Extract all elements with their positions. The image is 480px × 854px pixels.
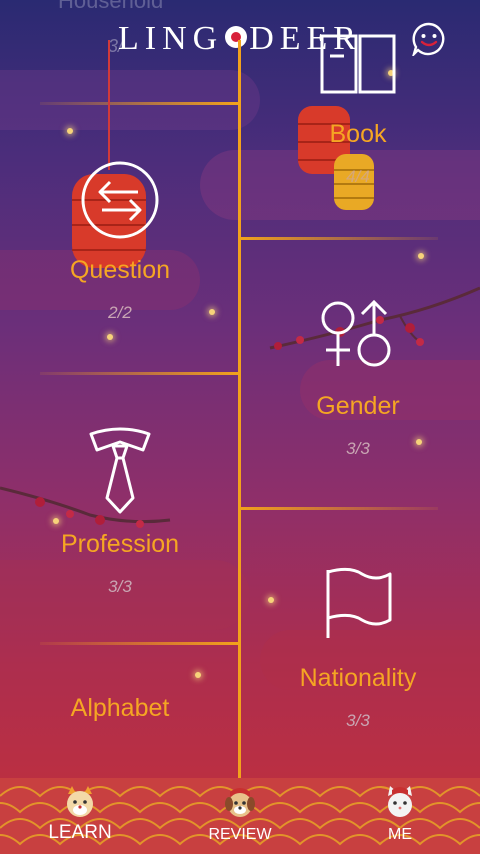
tab-review-label: REVIEW — [208, 826, 272, 843]
app-screen: Household LING DEER 3/ Book 4/4 Question… — [0, 0, 480, 854]
gender-icon — [321, 299, 391, 367]
lesson-title: Question — [69, 256, 171, 284]
lesson-progress: 4/4 — [346, 167, 370, 186]
lesson-title: Alphabet — [70, 694, 170, 722]
necktie-icon — [89, 427, 151, 514]
lesson-title: Book — [329, 120, 387, 148]
lesson-question[interactable]: Question 2/2 — [0, 160, 240, 323]
tab-review[interactable]: REVIEW — [160, 778, 320, 854]
tab-me[interactable]: ME — [320, 778, 480, 854]
lesson-progress: 3/3 — [346, 439, 370, 458]
lesson-title: Gender — [316, 392, 400, 420]
lesson-title: Profession — [60, 530, 180, 558]
lesson-title: Nationality — [299, 664, 417, 692]
bottom-tab-bar: LEARN REVIEW ME — [0, 778, 480, 854]
lesson-progress: 2/2 — [108, 303, 132, 322]
swap-arrows-icon — [81, 161, 159, 239]
lesson-progress: 3/3 — [108, 577, 132, 596]
timeline-branch — [240, 507, 438, 510]
timeline-branch — [40, 372, 238, 375]
star-sparkle — [67, 128, 73, 134]
lesson-alphabet[interactable]: Alphabet — [0, 694, 240, 723]
lesson-progress: 3/3 — [346, 711, 370, 730]
cat-mascot-icon — [388, 786, 412, 817]
tab-learn-label: LEARN — [48, 822, 112, 843]
lesson-profession[interactable]: Profession 3/3 — [0, 424, 240, 597]
star-sparkle — [107, 334, 113, 340]
star-sparkle — [418, 253, 424, 259]
tab-learn[interactable]: LEARN — [0, 778, 160, 854]
deer-mascot-icon — [67, 786, 93, 817]
book-icon — [320, 34, 396, 94]
lesson-gender[interactable]: Gender 3/3 — [238, 298, 478, 459]
timeline-branch — [40, 642, 238, 645]
lesson-nationality[interactable]: Nationality 3/3 — [238, 566, 478, 731]
flag-icon — [326, 567, 392, 638]
lesson-book[interactable]: Book 4/4 — [238, 28, 478, 187]
star-sparkle — [195, 672, 201, 678]
timeline-branch — [240, 237, 438, 240]
dog-mascot-icon — [225, 788, 255, 817]
tab-me-label: ME — [388, 826, 412, 843]
